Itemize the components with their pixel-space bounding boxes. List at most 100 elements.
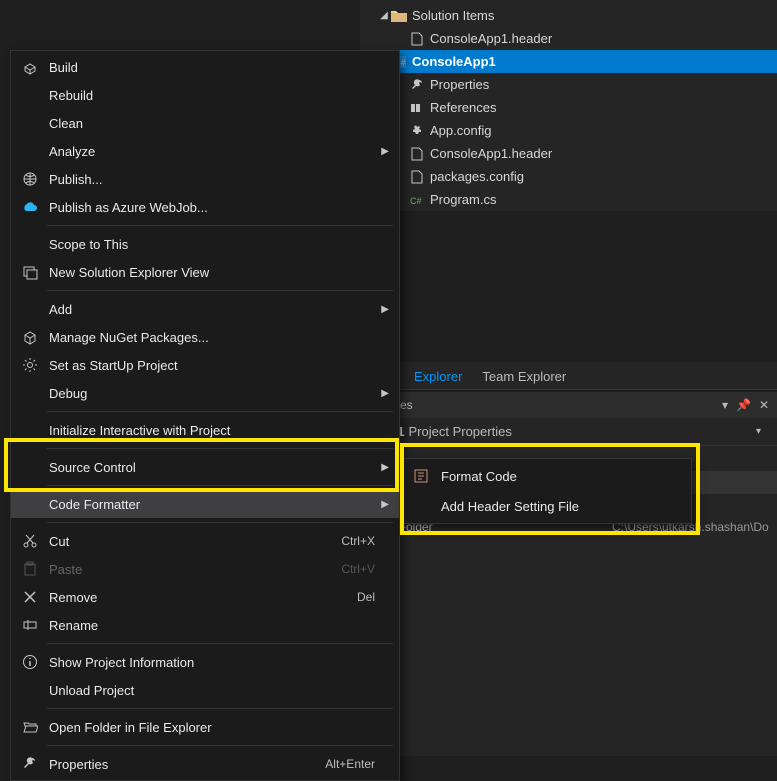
tree-label: Program.cs: [430, 192, 496, 207]
submenu-item-format-code[interactable]: Format Code: [401, 461, 691, 491]
tab-explorer[interactable]: Explorer: [404, 364, 472, 389]
menu-item-show-project-information[interactable]: Show Project Information: [11, 648, 399, 676]
solution-explorer-tree: ◢ Solution Items ConsoleApp1.header ◢ C#…: [360, 0, 777, 211]
info-icon: [17, 652, 43, 672]
menu-item-label: Remove: [43, 590, 357, 605]
blank-icon: [17, 420, 43, 440]
menu-item-rebuild[interactable]: Rebuild: [11, 81, 399, 109]
submenu-item-label: Format Code: [435, 469, 681, 484]
menu-item-label: Rebuild: [43, 88, 375, 103]
menu-separator: [47, 448, 393, 449]
blank-icon: [17, 113, 43, 133]
submenu-arrow-icon: ▶: [375, 304, 389, 315]
menu-item-add[interactable]: Add▶: [11, 295, 399, 323]
tree-item-properties[interactable]: ▷ Properties: [360, 73, 777, 96]
submenu-arrow-icon: ▶: [375, 499, 389, 510]
config-file-icon: [408, 169, 426, 185]
tree-label: packages.config: [430, 169, 524, 184]
blank-icon: [17, 457, 43, 477]
chevron-down-icon: ▾: [756, 426, 771, 437]
properties-object-type: Project Properties: [409, 424, 512, 439]
cloud-icon: [17, 197, 43, 217]
submenu-arrow-icon: ▶: [375, 146, 389, 157]
menu-item-label: Publish as Azure WebJob...: [43, 200, 375, 215]
paste-icon: [17, 559, 43, 579]
menu-item-label: Paste: [43, 562, 341, 577]
menu-item-label: Source Control: [43, 460, 375, 475]
menu-item-scope-to-this[interactable]: Scope to This: [11, 230, 399, 258]
menu-item-manage-nuget-packages[interactable]: Manage NuGet Packages...: [11, 323, 399, 351]
menu-item-publish[interactable]: Publish...: [11, 165, 399, 193]
menu-item-open-folder-in-file-explorer[interactable]: Open Folder in File Explorer: [11, 713, 399, 741]
menu-item-paste: PasteCtrl+V: [11, 555, 399, 583]
menu-item-label: Clean: [43, 116, 375, 131]
tree-label: ConsoleApp1.header: [430, 31, 552, 46]
properties-header: es ▾ 📌 ✕: [360, 392, 777, 418]
menu-item-cut[interactable]: CutCtrl+X: [11, 527, 399, 555]
dropdown-icon[interactable]: ▾: [722, 398, 728, 412]
menu-item-build[interactable]: Build: [11, 53, 399, 81]
menu-item-label: Add: [43, 302, 375, 317]
menu-separator: [47, 708, 393, 709]
close-icon[interactable]: ✕: [759, 398, 769, 412]
menu-item-clean[interactable]: Clean: [11, 109, 399, 137]
code-formatter-submenu: Format Code Add Header Setting File: [400, 458, 692, 524]
tab-team-explorer[interactable]: Team Explorer: [472, 364, 576, 389]
properties-object-selector[interactable]: App1 Project Properties ▾: [360, 418, 777, 446]
blank-icon: [407, 496, 435, 516]
tree-item-references[interactable]: ▷ References: [360, 96, 777, 119]
menu-item-new-solution-explorer-view[interactable]: New Solution Explorer View: [11, 258, 399, 286]
menu-item-label: Analyze: [43, 144, 375, 159]
tree-label: Properties: [430, 77, 489, 92]
submenu-arrow-icon: ▶: [375, 462, 389, 473]
submenu-item-label: Add Header Setting File: [435, 499, 681, 514]
menu-item-rename[interactable]: Rename: [11, 611, 399, 639]
blank-icon: [17, 141, 43, 161]
nuget-icon: [17, 327, 43, 347]
menu-separator: [47, 522, 393, 523]
menu-separator: [47, 290, 393, 291]
menu-item-label: Show Project Information: [43, 655, 375, 670]
tree-item-header-file[interactable]: ConsoleApp1.header: [360, 27, 777, 50]
menu-item-source-control[interactable]: Source Control▶: [11, 453, 399, 481]
rename-icon: [17, 615, 43, 635]
tree-item-header-file-2[interactable]: ConsoleApp1.header: [360, 142, 777, 165]
menu-item-label: Code Formatter: [43, 497, 375, 512]
tree-item-project-selected[interactable]: ◢ C# ConsoleApp1: [360, 50, 777, 73]
menu-item-debug[interactable]: Debug▶: [11, 379, 399, 407]
menu-item-initialize-interactive-with-project[interactable]: Initialize Interactive with Project: [11, 416, 399, 444]
submenu-item-add-header-setting-file[interactable]: Add Header Setting File: [401, 491, 691, 521]
menu-item-set-as-startup-project[interactable]: Set as StartUp Project: [11, 351, 399, 379]
wrench-icon: [17, 754, 43, 774]
menu-item-unload-project[interactable]: Unload Project: [11, 676, 399, 704]
menu-item-label: Open Folder in File Explorer: [43, 720, 375, 735]
menu-item-remove[interactable]: RemoveDel: [11, 583, 399, 611]
csharp-file-icon: C#: [408, 192, 426, 208]
tree-label: References: [430, 100, 496, 115]
menu-item-label: Initialize Interactive with Project: [43, 423, 375, 438]
pin-icon[interactable]: 📌: [736, 398, 751, 412]
blank-icon: [17, 299, 43, 319]
blank-icon: [17, 680, 43, 700]
tree-item-solution-items[interactable]: ◢ Solution Items: [360, 4, 777, 27]
newview-icon: [17, 262, 43, 282]
menu-item-label: New Solution Explorer View: [43, 265, 375, 280]
globe-icon: [17, 169, 43, 189]
tree-item-packages[interactable]: packages.config: [360, 165, 777, 188]
menu-item-label: Manage NuGet Packages...: [43, 330, 375, 345]
menu-item-label: Properties: [43, 757, 325, 772]
menu-item-publish-as-azure-webjob[interactable]: Publish as Azure WebJob...: [11, 193, 399, 221]
menu-item-label: Set as StartUp Project: [43, 358, 375, 373]
folder-icon: [390, 8, 408, 24]
tree-item-program[interactable]: C# Program.cs: [360, 188, 777, 211]
expand-toggle-icon[interactable]: ◢: [378, 10, 390, 21]
tree-item-appconfig[interactable]: App.config: [360, 119, 777, 142]
references-icon: [408, 100, 426, 116]
remove-icon: [17, 587, 43, 607]
menu-item-properties[interactable]: PropertiesAlt+Enter: [11, 750, 399, 778]
properties-panel: es ▾ 📌 ✕ App1 Project Properties ▾ c oj …: [360, 392, 777, 756]
menu-item-label: Rename: [43, 618, 375, 633]
menu-item-analyze[interactable]: Analyze▶: [11, 137, 399, 165]
menu-item-label: Unload Project: [43, 683, 375, 698]
menu-item-code-formatter[interactable]: Code Formatter▶: [11, 490, 399, 518]
